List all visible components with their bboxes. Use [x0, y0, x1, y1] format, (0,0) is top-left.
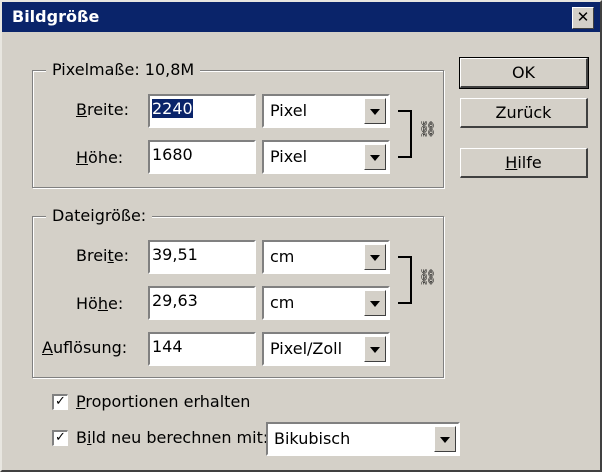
chain-link-icon: ⛓ — [418, 120, 438, 138]
chevron-down-icon[interactable] — [434, 426, 456, 452]
chevron-down-icon[interactable] — [364, 290, 386, 316]
pixel-width-unit-select[interactable]: Pixel — [262, 94, 390, 128]
resample-label: Bild neu berechnen mit: — [76, 428, 269, 447]
doc-width-unit-select[interactable]: cm — [262, 240, 390, 274]
close-button[interactable]: ✕ — [572, 7, 594, 29]
ok-button[interactable]: OK — [459, 57, 589, 89]
pixel-height-input[interactable]: 1680 — [148, 140, 256, 174]
resolution-unit-select[interactable]: Pixel/Zoll — [262, 332, 390, 366]
reset-button[interactable]: Zurück — [460, 98, 588, 128]
chevron-down-icon[interactable] — [364, 144, 386, 170]
pixel-height-label: Höhe: — [76, 148, 124, 167]
chevron-down-icon[interactable] — [364, 336, 386, 362]
resolution-input[interactable]: 144 — [148, 332, 256, 366]
pixel-dimensions-legend: Pixelmaße: 10,8M — [46, 60, 201, 79]
link-bracket — [398, 110, 412, 158]
resample-checkbox[interactable]: ✓ — [52, 430, 68, 446]
constrain-proportions-label: Proportionen erhalten — [76, 392, 251, 411]
constrain-proportions-checkbox[interactable]: ✓ — [52, 394, 68, 410]
doc-height-unit-select[interactable]: cm — [262, 286, 390, 320]
chevron-down-icon[interactable] — [364, 98, 386, 124]
doc-height-input[interactable]: 29,63 — [148, 286, 256, 320]
link-bracket — [398, 256, 412, 304]
title-bar: Bildgröße ✕ — [2, 2, 600, 32]
dialog-title: Bildgröße — [12, 7, 100, 26]
resolution-label: Auflösung: — [42, 338, 128, 357]
image-size-dialog: Bildgröße ✕ Pixelmaße: 10,8M Breite: 224… — [0, 0, 602, 472]
doc-width-label: Breite: — [76, 246, 130, 265]
pixel-width-input[interactable]: 2240 — [148, 94, 256, 128]
chevron-down-icon[interactable] — [364, 244, 386, 270]
resample-method-select[interactable]: Bikubisch — [266, 422, 460, 456]
chain-link-icon: ⛓ — [418, 268, 438, 286]
pixel-width-label: Breite: — [76, 100, 130, 119]
document-size-legend: Dateigröße: — [46, 206, 153, 225]
pixel-height-unit-select[interactable]: Pixel — [262, 140, 390, 174]
doc-width-input[interactable]: 39,51 — [148, 240, 256, 274]
help-button[interactable]: Hilfe — [460, 148, 588, 178]
doc-height-label: Höhe: — [76, 294, 124, 313]
